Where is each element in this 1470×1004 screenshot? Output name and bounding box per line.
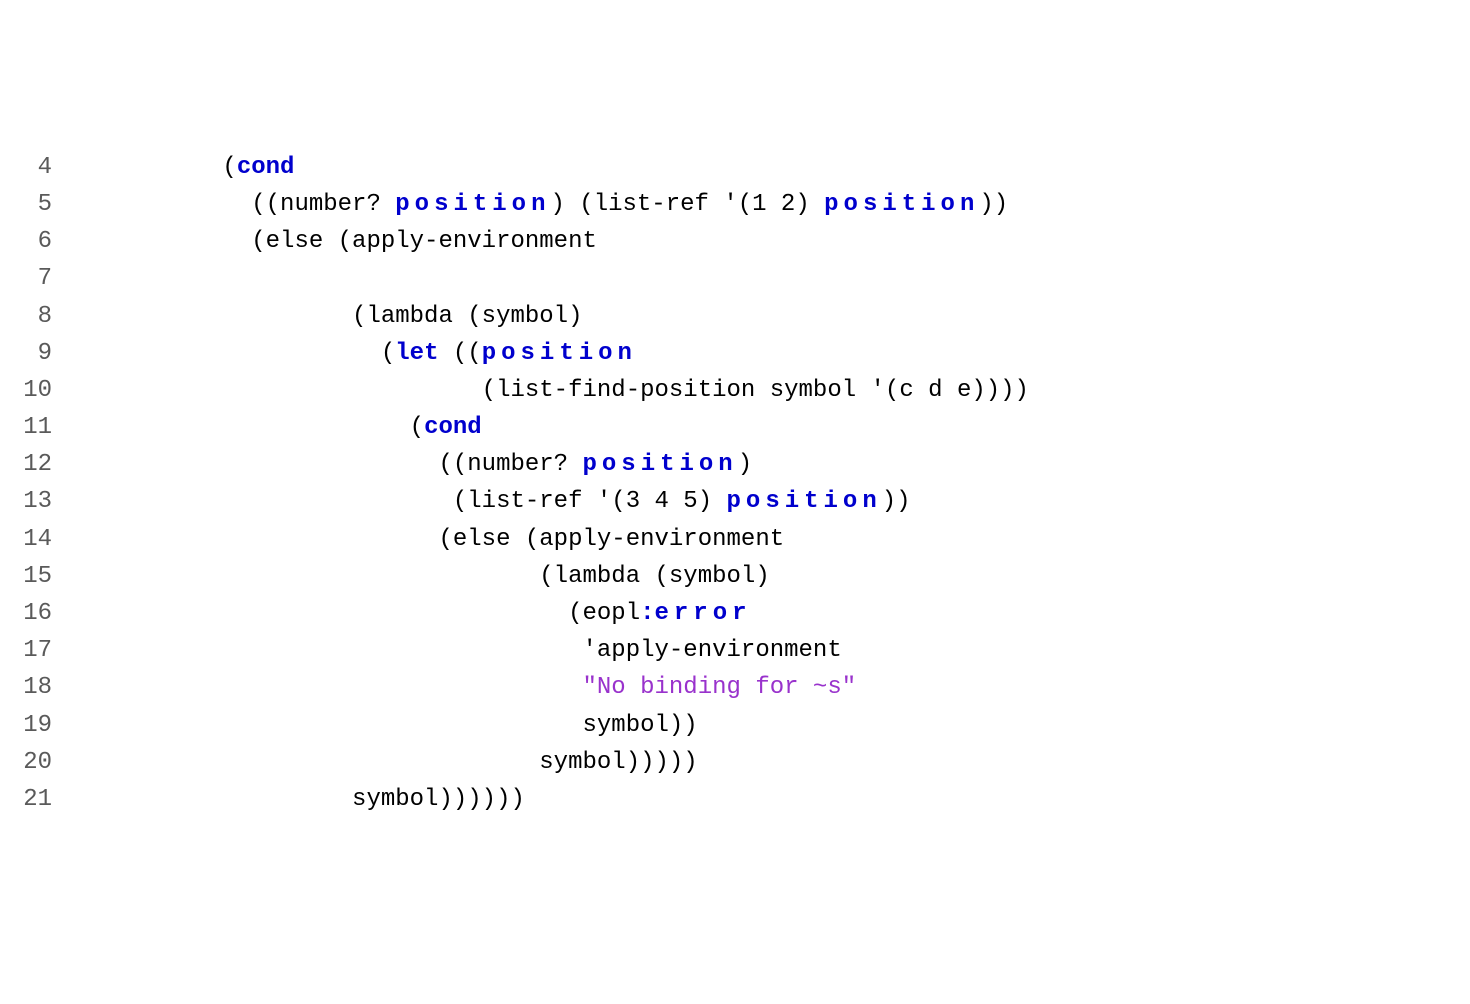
code-line: symbol))))) [64, 744, 1470, 781]
code-token: symbol)) [64, 712, 698, 739]
code-token: let [395, 340, 438, 367]
code-token: : [640, 600, 654, 627]
code-token: (lambda (symbol) [64, 563, 770, 590]
code-token: symbol)))))) [64, 786, 525, 813]
code-line: (cond [64, 409, 1470, 446]
code-token: )) [882, 488, 911, 515]
code-token: position [482, 340, 637, 367]
code-line: (else (apply-environment [64, 521, 1470, 558]
code-token: position [727, 488, 882, 515]
code-line: (list-find-position symbol '(c d e)))) [64, 372, 1470, 409]
code-token: ((number? [64, 451, 582, 478]
code-line: (eopl:error [64, 595, 1470, 632]
code-token: ( [64, 154, 237, 181]
code-line [64, 260, 1470, 297]
code-line: (list-ref '(3 4 5) position)) [64, 483, 1470, 520]
code-token: (list-ref '(3 4 5) [64, 488, 727, 515]
code-token: ) [738, 451, 752, 478]
code-token: (else (apply-environment [64, 228, 597, 255]
code-token: cond [424, 414, 482, 441]
code-token: (else (apply-environment [64, 526, 784, 553]
code-token: ( [64, 340, 395, 367]
code-token: ( [64, 414, 424, 441]
code-token: position [824, 191, 979, 218]
code-line: symbol)))))) [64, 781, 1470, 818]
code-token: position [395, 191, 550, 218]
code-line: (lambda (symbol) [64, 558, 1470, 595]
code-line: ((number? position) [64, 446, 1470, 483]
code-token: (lambda (symbol) [64, 303, 582, 330]
code-token: error [655, 600, 752, 627]
code-token: 'apply-environment [64, 637, 842, 664]
code-line: (cond [64, 149, 1470, 186]
code-token: symbol))))) [64, 749, 698, 776]
code-token: (list-find-position symbol '(c d e)))) [64, 377, 1029, 404]
code-token: position [582, 451, 737, 478]
code-token [64, 674, 582, 701]
code-line: 'apply-environment [64, 632, 1470, 669]
code-line: (lambda (symbol) [64, 298, 1470, 335]
code-line: ((number? position) (list-ref '(1 2) pos… [64, 186, 1470, 223]
code-token: cond [237, 154, 295, 181]
code-token: (eopl [64, 600, 640, 627]
code-token: ) (list-ref '(1 2) [550, 191, 824, 218]
code-token: (( [438, 340, 481, 367]
line-numbers: 4 5 6 7 8 9 10 11 12 13 14 15 16 17 18 1… [0, 149, 64, 818]
code-line: symbol)) [64, 707, 1470, 744]
code-line: (let ((position [64, 335, 1470, 372]
code-content: (cond ((number? position) (list-ref '(1 … [64, 149, 1470, 818]
code-line: (else (apply-environment [64, 223, 1470, 260]
code-token: ((number? [64, 191, 395, 218]
code-token: "No binding for ~s" [582, 674, 856, 701]
code-block: 4 5 6 7 8 9 10 11 12 13 14 15 16 17 18 1… [0, 149, 1470, 818]
code-line: "No binding for ~s" [64, 669, 1470, 706]
code-token: )) [979, 191, 1008, 218]
